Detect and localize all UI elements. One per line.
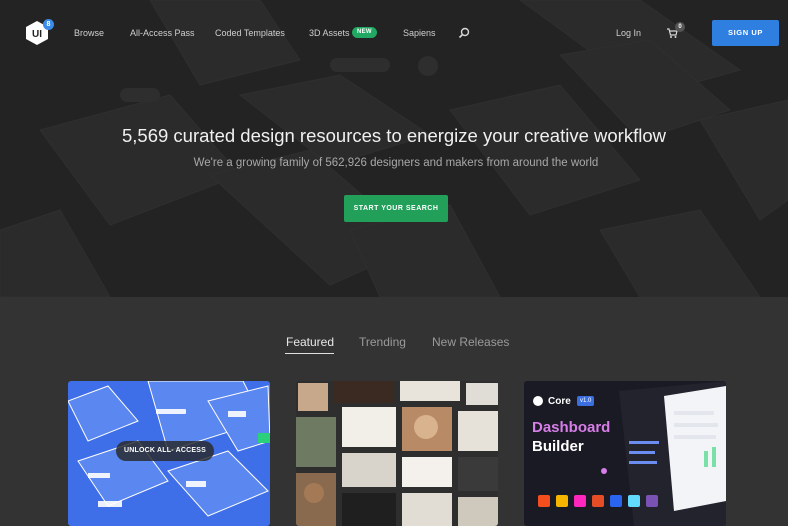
nav-sapiens[interactable]: Sapiens bbox=[403, 27, 436, 39]
nav-coded-templates[interactable]: Coded Templates bbox=[215, 27, 285, 39]
nav-all-access-pass[interactable]: All-Access Pass bbox=[130, 27, 195, 39]
hero-subline: We're a growing family of 562,926 design… bbox=[193, 157, 599, 169]
product-card-dashboard-builder[interactable]: Core v1.0 Dashboard Builder bbox=[524, 381, 726, 526]
nav-browse[interactable]: Browse bbox=[74, 27, 104, 39]
unlock-all-access-badge: UNLOCK ALL- ACCESS bbox=[116, 441, 215, 461]
logo-text: UI bbox=[32, 29, 42, 40]
hero-headline: 5,569 curated design resources to energi… bbox=[122, 125, 666, 146]
tab-featured[interactable]: Featured bbox=[286, 334, 334, 350]
logo-badge: 8 bbox=[43, 19, 54, 30]
product-card-all-access[interactable]: UNLOCK ALL- ACCESS bbox=[68, 381, 270, 526]
core-brand-label: Core bbox=[548, 396, 571, 407]
tab-new-releases[interactable]: New Releases bbox=[432, 334, 509, 350]
core-version-badge: v1.0 bbox=[577, 396, 595, 406]
signup-button[interactable]: SIGN UP bbox=[712, 20, 779, 46]
dashboard-title: Dashboard bbox=[532, 419, 611, 436]
tab-trending[interactable]: Trending bbox=[359, 334, 406, 350]
new-badge: NEW bbox=[352, 27, 377, 38]
start-search-button[interactable]: START YOUR SEARCH bbox=[344, 195, 448, 222]
cart-count-badge: 0 bbox=[675, 22, 685, 32]
builder-title: Builder bbox=[532, 438, 584, 455]
search-icon[interactable] bbox=[458, 27, 470, 39]
top-nav: UI 8 Browse All-Access Pass Coded Templa… bbox=[0, 0, 788, 66]
card-2-thumbnail bbox=[296, 381, 498, 526]
hero-section: UI 8 Browse All-Access Pass Coded Templa… bbox=[0, 0, 788, 297]
tab-active-underline bbox=[285, 353, 334, 354]
login-link[interactable]: Log In bbox=[616, 27, 641, 39]
product-card-templates[interactable] bbox=[296, 381, 498, 526]
nav-3d-assets[interactable]: 3D Assets bbox=[309, 27, 350, 39]
